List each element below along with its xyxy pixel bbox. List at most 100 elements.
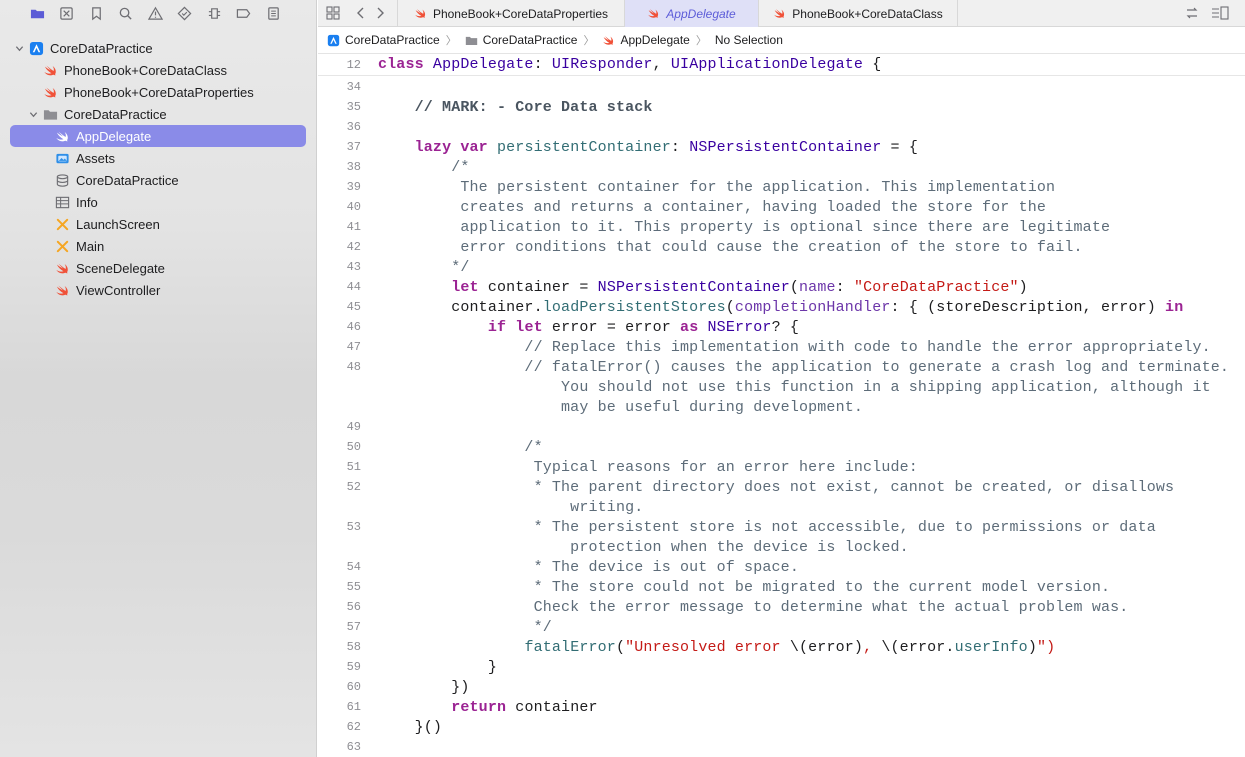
tab-phonebook-class[interactable]: PhoneBook+CoreDataClass xyxy=(758,0,958,27)
code-line[interactable]: 44 let container = NSPersistentContainer… xyxy=(318,277,1245,297)
line-number: 47 xyxy=(346,340,361,354)
swift-file-icon xyxy=(54,260,70,276)
back-icon[interactable] xyxy=(353,5,369,21)
code-line[interactable]: 59 } xyxy=(318,657,1245,677)
find-icon[interactable] xyxy=(118,5,134,21)
code-line[interactable]: 36 xyxy=(318,117,1245,137)
code-line[interactable]: 52 * The parent directory does not exist… xyxy=(318,477,1245,497)
bookmark-icon[interactable] xyxy=(88,5,104,21)
code-text: * The persistent store is not accessible… xyxy=(378,518,1156,536)
line-number: 58 xyxy=(346,640,361,654)
related-items-icon[interactable] xyxy=(1184,5,1200,21)
code-line[interactable]: writing. xyxy=(318,497,1245,517)
code-line[interactable]: 55 * The store could not be migrated to … xyxy=(318,577,1245,597)
code-line[interactable]: 39 The persistent container for the appl… xyxy=(318,177,1245,197)
code-text: if let error = error as NSError? { xyxy=(487,318,800,336)
code-line[interactable]: 50 /* xyxy=(318,437,1245,457)
code-line[interactable]: 34 xyxy=(318,77,1245,97)
plist-icon xyxy=(54,194,70,210)
forward-icon[interactable] xyxy=(372,5,388,21)
code-line[interactable]: 43 */ xyxy=(318,257,1245,277)
code-line[interactable]: 61 return container xyxy=(318,697,1245,717)
code-line[interactable]: 41 application to it. This property is o… xyxy=(318,217,1245,237)
tree-item-file[interactable]: PhoneBook+CoreDataProperties xyxy=(0,81,316,103)
code-text: /* xyxy=(378,438,543,456)
folder-icon xyxy=(42,106,58,122)
line-number: 41 xyxy=(346,220,361,234)
asset-catalog-icon xyxy=(54,150,70,166)
tree-item-file-selected[interactable]: AppDelegate xyxy=(10,125,306,147)
folder-icon[interactable] xyxy=(29,5,45,21)
code-text: }) xyxy=(378,678,470,696)
tab-appdelegate[interactable]: AppDelegate xyxy=(624,0,758,27)
issue-icon[interactable] xyxy=(147,5,163,21)
code-line[interactable]: 38 /* xyxy=(318,157,1245,177)
tree-item-group[interactable]: CoreDataPractice xyxy=(0,103,316,125)
code-text: container.loadPersistentStores(completio… xyxy=(378,298,1184,316)
tree-item-file[interactable]: SceneDelegate xyxy=(0,257,316,279)
code-line[interactable]: 57 */ xyxy=(318,617,1245,637)
source-editor[interactable]: 12 class AppDelegate: UIResponder, UIApp… xyxy=(318,54,1245,757)
code-text: protection when the device is locked. xyxy=(378,538,909,556)
line-number: 36 xyxy=(346,120,361,134)
tree-item-file[interactable]: Assets xyxy=(0,147,316,169)
code-text: } xyxy=(378,658,497,676)
tab-phonebook-properties[interactable]: PhoneBook+CoreDataProperties xyxy=(397,0,624,27)
tree-item-label: PhoneBook+CoreDataClass xyxy=(64,62,227,78)
line-number: 63 xyxy=(346,740,361,754)
breadcrumb-label: No Selection xyxy=(714,33,783,47)
tree-item-project[interactable]: CoreDataPractice xyxy=(0,37,316,59)
grid-icon[interactable] xyxy=(325,5,341,21)
breadcrumb-group[interactable]: CoreDataPractice xyxy=(465,33,577,47)
code-line[interactable]: 53 * The persistent store is not accessi… xyxy=(318,517,1245,537)
report-icon[interactable] xyxy=(265,5,281,21)
code-text: Check the error message to determine wha… xyxy=(378,598,1129,616)
tree-item-file[interactable]: CoreDataPractice xyxy=(0,169,316,191)
code-line[interactable]: 49 xyxy=(318,417,1245,437)
test-icon[interactable] xyxy=(177,5,193,21)
code-text: * The store could not be migrated to the… xyxy=(378,578,1111,596)
code-line[interactable]: 46 if let error = error as NSError? { xyxy=(318,317,1245,337)
chevron-down-icon[interactable] xyxy=(14,43,24,53)
line-number: 59 xyxy=(346,660,361,674)
code-text: // fatalError() causes the application t… xyxy=(378,358,1230,376)
storyboard-icon xyxy=(54,238,70,254)
debug-icon[interactable] xyxy=(206,5,222,21)
code-line[interactable]: 45 container.loadPersistentStores(comple… xyxy=(318,297,1245,317)
code-text: */ xyxy=(378,258,470,276)
chevron-down-icon[interactable] xyxy=(28,109,38,119)
code-text: /* xyxy=(378,158,470,176)
code-line[interactable]: You should not use this function in a sh… xyxy=(318,377,1245,397)
breadcrumb-selection[interactable]: No Selection xyxy=(715,33,783,47)
code-line[interactable]: protection when the device is locked. xyxy=(318,537,1245,557)
sticky-header-line[interactable]: 12 class AppDelegate: UIResponder, UIApp… xyxy=(318,54,1245,76)
line-number: 37 xyxy=(346,140,361,154)
code-line[interactable]: 51 Typical reasons for an error here inc… xyxy=(318,457,1245,477)
tree-item-file[interactable]: PhoneBook+CoreDataClass xyxy=(0,59,316,81)
code-line[interactable]: may be useful during development. xyxy=(318,397,1245,417)
editor-options-icon[interactable] xyxy=(1210,5,1230,21)
code-line[interactable]: 40 creates and returns a container, havi… xyxy=(318,197,1245,217)
code-line[interactable]: 56 Check the error message to determine … xyxy=(318,597,1245,617)
code-text: fatalError("Unresolved error \(error), \… xyxy=(524,638,1056,656)
breakpoint-icon[interactable] xyxy=(236,5,252,21)
line-number: 48 xyxy=(346,360,361,374)
code-line[interactable]: 58 fatalError("Unresolved error \(error)… xyxy=(318,637,1245,657)
code-line[interactable]: 48 // fatalError() causes the applicatio… xyxy=(318,357,1245,377)
tree-item-file[interactable]: LaunchScreen xyxy=(0,213,316,235)
code-line[interactable]: 35 // MARK: - Core Data stack xyxy=(318,97,1245,117)
code-text: * The parent directory does not exist, c… xyxy=(378,478,1175,496)
tree-item-file[interactable]: Main xyxy=(0,235,316,257)
code-line[interactable]: 54 * The device is out of space. xyxy=(318,557,1245,577)
code-line[interactable]: 37 lazy var persistentContainer: NSPersi… xyxy=(318,137,1245,157)
code-line[interactable]: 62 }() xyxy=(318,717,1245,737)
tree-item-file[interactable]: ViewController xyxy=(0,279,316,301)
breadcrumb-project[interactable]: CoreDataPractice xyxy=(327,33,440,47)
code-line[interactable]: 60 }) xyxy=(318,677,1245,697)
code-line[interactable]: 42 error conditions that could cause the… xyxy=(318,237,1245,257)
breadcrumb-file[interactable]: AppDelegate xyxy=(602,33,690,47)
code-line[interactable]: 63 xyxy=(318,737,1245,757)
code-line[interactable]: 47 // Replace this implementation with c… xyxy=(318,337,1245,357)
source-control-icon[interactable] xyxy=(59,5,75,21)
tree-item-file[interactable]: Info xyxy=(0,191,316,213)
